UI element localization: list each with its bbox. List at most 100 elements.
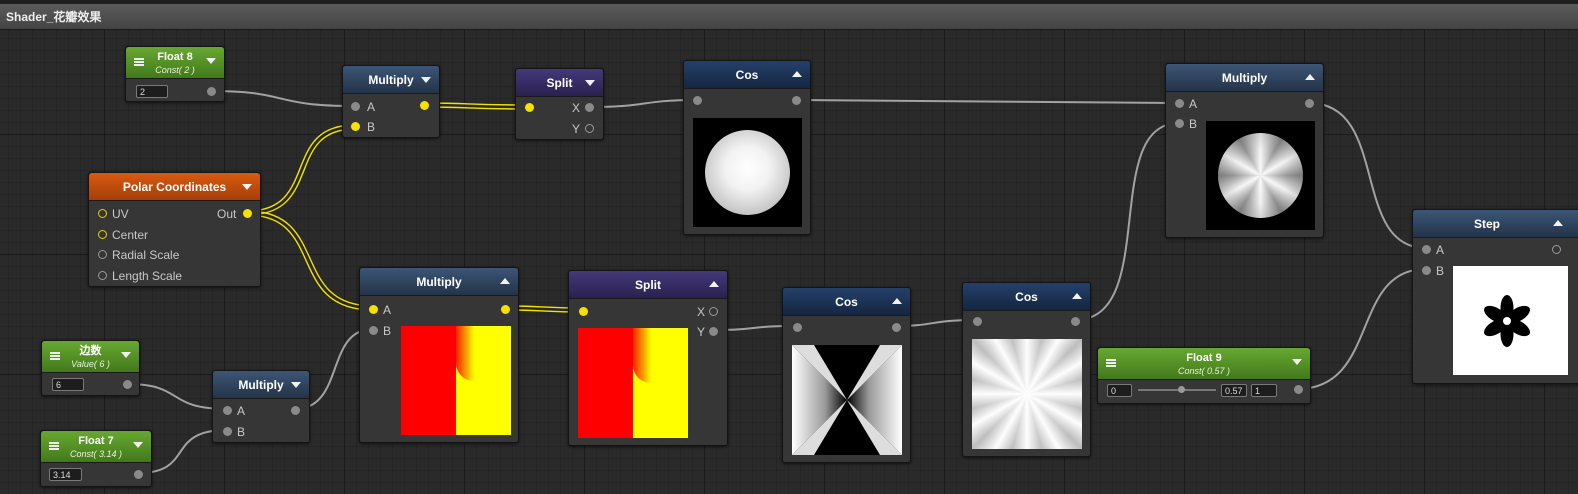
- max-field[interactable]: 1: [1251, 384, 1277, 397]
- output-port-x[interactable]: [709, 307, 718, 316]
- node-title: Cos: [835, 295, 858, 309]
- node-title: 边数: [79, 345, 102, 357]
- dropdown-arrow-icon[interactable]: [242, 184, 252, 190]
- input-port-a[interactable]: [223, 406, 232, 415]
- input-port-uv[interactable]: [98, 209, 107, 218]
- output-port-y[interactable]: [585, 124, 594, 133]
- input-port-b[interactable]: [369, 326, 378, 335]
- dropdown-arrow-icon[interactable]: [133, 442, 143, 448]
- output-port[interactable]: [291, 406, 300, 415]
- value-field[interactable]: 3.14: [49, 468, 82, 481]
- menu-icon[interactable]: [50, 352, 60, 360]
- output-port[interactable]: [1071, 317, 1080, 326]
- input-port[interactable]: [793, 323, 802, 332]
- float9-node[interactable]: Float 9 Const( 0.57 ) 0 0.57 1: [1097, 347, 1311, 404]
- node-title: Float 7: [78, 435, 114, 447]
- port-label: B: [1436, 264, 1445, 278]
- output-port[interactable]: [420, 101, 429, 110]
- preview-image: [401, 326, 511, 435]
- port-label: B: [367, 120, 376, 134]
- edge-count-node[interactable]: 边数 Value( 6 ) 6: [41, 340, 140, 396]
- value-field[interactable]: 0.57: [1221, 384, 1247, 397]
- float8-node[interactable]: Float 8 Const( 2 ) 2: [125, 46, 225, 102]
- dropdown-arrow-icon[interactable]: [121, 352, 131, 358]
- node-title: Split: [635, 278, 661, 292]
- input-port[interactable]: [693, 96, 702, 105]
- output-port[interactable]: [134, 470, 143, 479]
- menu-icon[interactable]: [1106, 359, 1116, 367]
- node-title: Multiply: [1221, 71, 1268, 85]
- collapse-arrow-icon[interactable]: [709, 281, 719, 287]
- collapse-arrow-icon[interactable]: [1072, 293, 1082, 299]
- hourglass-preview: [792, 345, 902, 455]
- node-subtitle: Const( 3.14 ): [69, 449, 123, 459]
- input-port-a[interactable]: [369, 305, 378, 314]
- dropdown-arrow-icon[interactable]: [421, 77, 431, 83]
- node-title: Multiply: [368, 73, 414, 87]
- multiply-node-right[interactable]: Multiply A B: [1165, 63, 1324, 238]
- input-port[interactable]: [579, 307, 588, 316]
- menu-icon[interactable]: [134, 58, 144, 66]
- input-port-radial-scale[interactable]: [98, 250, 107, 259]
- output-port[interactable]: [1552, 245, 1561, 254]
- input-port[interactable]: [973, 317, 982, 326]
- input-port-b[interactable]: [1175, 119, 1184, 128]
- cos-node-right[interactable]: Cos: [962, 282, 1091, 457]
- value-field[interactable]: 6: [52, 378, 84, 391]
- wire-float8-multiply: [210, 90, 356, 107]
- dropdown-arrow-icon[interactable]: [585, 80, 595, 86]
- menu-icon[interactable]: [49, 442, 59, 450]
- output-port-y[interactable]: [709, 327, 718, 336]
- value-slider[interactable]: [1138, 389, 1216, 391]
- multiply-node-small[interactable]: Multiply A B: [212, 370, 310, 443]
- output-port[interactable]: [207, 87, 216, 96]
- split-node-top[interactable]: Split X Y: [515, 68, 604, 140]
- multiply-node-mid[interactable]: Multiply A B: [359, 267, 519, 443]
- wire-float9-step: [1296, 268, 1427, 390]
- input-port-b[interactable]: [351, 122, 360, 131]
- split-node-mid[interactable]: Split X Y: [568, 270, 728, 446]
- dropdown-arrow-icon[interactable]: [206, 58, 216, 64]
- node-subtitle: Const( 0.57 ): [1177, 366, 1231, 376]
- multiply-node-top[interactable]: Multiply A B: [342, 65, 440, 138]
- input-port-a[interactable]: [1175, 99, 1184, 108]
- input-port-a[interactable]: [351, 102, 360, 111]
- cos-node-top[interactable]: Cos: [683, 60, 811, 235]
- collapse-arrow-icon[interactable]: [1553, 220, 1563, 226]
- wire-polar-multiply: [246, 124, 356, 212]
- port-label: Length Scale: [112, 269, 183, 283]
- output-port[interactable]: [1294, 385, 1303, 394]
- min-field[interactable]: 0: [1107, 384, 1132, 397]
- collapse-arrow-icon[interactable]: [1305, 74, 1315, 80]
- port-label: Radial Scale: [112, 248, 180, 262]
- collapse-arrow-icon[interactable]: [792, 71, 802, 77]
- preview-image: [1206, 121, 1315, 230]
- output-port-x[interactable]: [585, 103, 594, 112]
- input-port-center[interactable]: [98, 230, 107, 239]
- output-port[interactable]: [501, 305, 510, 314]
- cos-node-mid[interactable]: Cos: [782, 287, 911, 463]
- port-label: Center: [112, 228, 149, 242]
- input-port-length-scale[interactable]: [98, 271, 107, 280]
- value-field[interactable]: 2: [136, 85, 168, 98]
- polar-coordinates-node[interactable]: Polar Coordinates UV Center Radial Scale…: [88, 172, 261, 287]
- input-port[interactable]: [525, 103, 534, 112]
- input-port-b[interactable]: [223, 427, 232, 436]
- node-title: Polar Coordinates: [122, 180, 227, 194]
- slider-knob[interactable]: [1178, 386, 1185, 393]
- node-title: Multiply: [416, 275, 462, 289]
- input-port-a[interactable]: [1422, 245, 1431, 254]
- output-port[interactable]: [792, 96, 801, 105]
- port-label: A: [1189, 97, 1198, 111]
- step-node[interactable]: Step A B: [1412, 209, 1578, 384]
- dropdown-arrow-icon[interactable]: [1292, 359, 1302, 365]
- output-port[interactable]: [123, 380, 132, 389]
- output-port[interactable]: [1305, 99, 1314, 108]
- float7-node[interactable]: Float 7 Const( 3.14 ) 3.14: [40, 430, 152, 487]
- output-port[interactable]: [892, 323, 901, 332]
- output-port[interactable]: [243, 209, 252, 218]
- input-port-b[interactable]: [1422, 266, 1431, 275]
- collapse-arrow-icon[interactable]: [500, 278, 510, 284]
- collapse-arrow-icon[interactable]: [892, 298, 902, 304]
- dropdown-arrow-icon[interactable]: [291, 382, 301, 388]
